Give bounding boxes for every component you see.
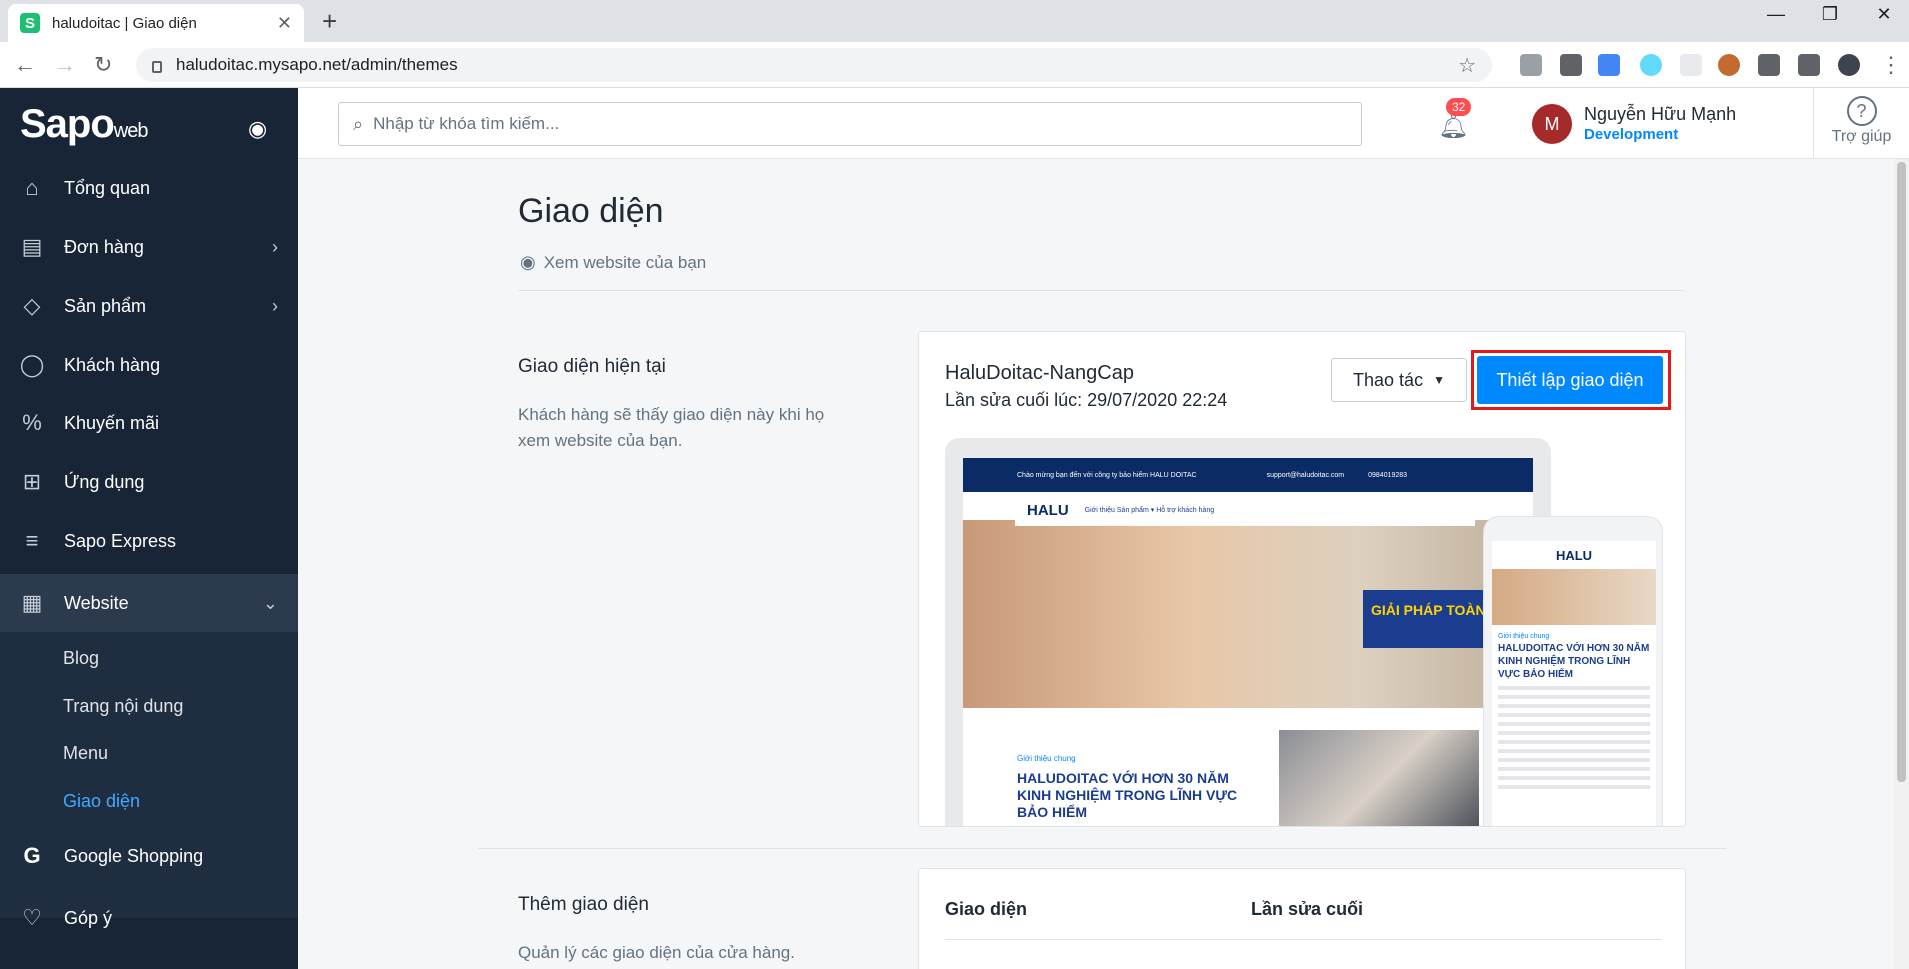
minimize-icon[interactable]: — (1754, 4, 1798, 25)
extension-icon[interactable] (1680, 54, 1702, 76)
subnav-item-pages[interactable]: Trang nội dung (63, 696, 183, 717)
current-theme-heading: Giao diện hiện tại (518, 356, 666, 377)
sidebar-item-google-shopping[interactable]: G Google Shopping (0, 828, 298, 884)
tab-title: haludoitac | Giao diện (52, 14, 197, 32)
caret-down-icon: ▼ (1433, 373, 1445, 387)
theme-preview: Chào mừng bạn đến với công ty bảo hiểm H… (945, 438, 1665, 826)
puzzle-icon[interactable] (1758, 54, 1780, 76)
url-field[interactable]: haludoitac.mysapo.net/admin/themes ☆ (136, 48, 1492, 82)
scrollbar-thumb[interactable] (1897, 162, 1906, 782)
add-theme-heading: Thêm giao diện (518, 894, 649, 915)
url-text: haludoitac.mysapo.net/admin/themes (176, 55, 458, 74)
theme-name: HaluDoitac-NangCap (945, 362, 1134, 384)
divider (518, 290, 1684, 291)
preview-navbar: HALU Giới thiệu Sản phẩm ▾ Hỗ trợ khách … (1015, 494, 1475, 526)
bell-icon[interactable]: 🔔︎ (1438, 112, 1468, 141)
laptop-frame: Chào mừng bạn đến với công ty bảo hiểm H… (945, 438, 1551, 826)
cookie-extension-icon[interactable] (1718, 54, 1740, 76)
browser-tab[interactable]: S haludoitac | Giao diện ✕ (8, 4, 304, 42)
react-extension-icon[interactable] (1640, 54, 1662, 76)
restore-icon[interactable]: ❐ (1808, 4, 1852, 25)
setup-theme-button[interactable]: Thiết lập giao diện (1477, 356, 1663, 404)
search-icon: ⌕ (353, 113, 364, 134)
column-header-theme: Giao diện (945, 899, 1028, 919)
lock-icon (152, 61, 162, 73)
reload-icon[interactable]: ↻ (94, 52, 112, 78)
sidebar: Sapoweb ◉ ⌂ Tổng quan ▤ Đơn hàng › ◇ Sản… (0, 88, 298, 969)
themes-table-card: Giao diện Lần sửa cuối (918, 868, 1686, 969)
sidebar-item-overview[interactable]: ⌂ Tổng quan (0, 160, 298, 216)
add-theme-desc: Quản lý các giao diện của cửa hàng. (518, 943, 795, 962)
eye-icon[interactable]: ◉ (248, 116, 267, 142)
sidebar-item-sapo-express[interactable]: ≡ Sapo Express (0, 513, 298, 569)
notification-badge: 32 (1446, 98, 1472, 116)
close-tab-icon[interactable]: ✕ (277, 13, 292, 34)
sapo-favicon-icon: S (20, 13, 40, 33)
phone-frame: HALU Giới thiệu chung HALUDOITAC VỚI HƠN… (1483, 516, 1663, 826)
eye-icon: ◉ (520, 252, 536, 272)
subnav-item-blog[interactable]: Blog (63, 648, 99, 669)
mobile-hero-image (1492, 569, 1656, 625)
user-role: Development (1584, 126, 1679, 143)
search-input[interactable] (373, 114, 1324, 134)
question-icon: ? (1846, 96, 1877, 126)
home-icon: ⌂ (25, 175, 39, 200)
browser-tabbar: S haludoitac | Giao diện ✕ + — ❐ ✕ (0, 0, 1909, 42)
subnav-item-themes[interactable]: Giao diện (63, 791, 140, 812)
sidebar-item-feedback[interactable]: ♡ Góp ý (0, 890, 298, 946)
sidebar-item-website[interactable]: ▦ Website ⌄ (0, 574, 298, 632)
gmail-extension-icon[interactable] (1520, 54, 1542, 76)
sidebar-item-promotions[interactable]: % Khuyến mãi (0, 395, 298, 451)
sidebar-item-customers[interactable]: ◯ Khách hàng (0, 337, 298, 393)
subnav-item-menu[interactable]: Menu (63, 743, 108, 764)
theme-last-edit: Lần sửa cuối lúc: 29/07/2020 22:24 (945, 390, 1228, 410)
chevron-right-icon: › (272, 295, 278, 316)
express-icon: ≡ (25, 528, 39, 553)
google-icon: G (23, 843, 41, 868)
order-icon: ▤ (21, 234, 43, 259)
sidebar-item-apps[interactable]: ⊞ Ứng dụng (0, 454, 298, 510)
close-window-icon[interactable]: ✕ (1862, 4, 1906, 25)
website-icon: ▦ (21, 590, 43, 615)
page-title: Giao diện (518, 192, 664, 230)
help-button[interactable]: ? Trợ giúp (1813, 88, 1909, 159)
media-icon[interactable] (1798, 54, 1820, 76)
user-name[interactable]: Nguyễn Hữu Mạnh (1584, 104, 1736, 125)
new-tab-icon[interactable]: + (322, 6, 337, 37)
percent-icon: % (22, 410, 42, 435)
search-box[interactable]: ⌕ (338, 102, 1362, 146)
address-bar: ← → ↻ haludoitac.mysapo.net/admin/themes… (0, 42, 1909, 88)
section-divider (478, 848, 1726, 849)
view-website-link[interactable]: ◉ Xem website của bạn (520, 252, 706, 273)
bookmark-star-icon[interactable]: ☆ (1458, 53, 1476, 78)
preview-topbar: Chào mừng bạn đến với công ty bảo hiểm H… (963, 458, 1533, 492)
actions-dropdown-button[interactable]: Thao tác ▼ (1331, 358, 1467, 402)
top-header: ⌕ 🔔︎ 32 M Nguyễn Hữu Mạnh Development ? … (298, 88, 1909, 159)
feedback-icon: ♡ (22, 905, 42, 930)
avatar[interactable]: M (1532, 104, 1572, 144)
menu-kebab-icon[interactable]: ⋮ (1880, 52, 1902, 78)
preview-intro-title: HALUDOITAC VỚI HƠN 30 NĂM KINH NGHIỆM TR… (1017, 770, 1238, 820)
box-icon: ◇ (23, 293, 41, 318)
back-icon[interactable]: ← (14, 52, 36, 78)
column-header-last-edit: Lần sửa cuối (1251, 899, 1364, 919)
user-icon: ◯ (19, 352, 45, 377)
forward-icon[interactable]: → (54, 52, 76, 78)
extension-icon[interactable] (1560, 54, 1582, 76)
sidebar-item-orders[interactable]: ▤ Đơn hàng › (0, 219, 298, 275)
sapo-logo[interactable]: Sapoweb (20, 102, 148, 147)
apps-icon: ⊞ (22, 469, 42, 494)
profile-avatar[interactable] (1838, 54, 1860, 76)
sidebar-item-products[interactable]: ◇ Sản phẩm › (0, 278, 298, 334)
current-theme-card: HaluDoitac-NangCap Lần sửa cuối lúc: 29/… (918, 331, 1686, 827)
mobile-preview-screen: HALU Giới thiệu chung HALUDOITAC VỚI HƠN… (1492, 541, 1656, 826)
translate-extension-icon[interactable] (1598, 54, 1620, 76)
current-theme-desc: Khách hàng sẽ thấy giao diện này khi họ … (518, 405, 825, 450)
chevron-down-icon: ⌄ (262, 592, 278, 613)
chevron-right-icon: › (272, 236, 278, 257)
preview-team-photo (1279, 730, 1479, 826)
desktop-preview-screen: Chào mừng bạn đến với công ty bảo hiểm H… (963, 458, 1533, 826)
